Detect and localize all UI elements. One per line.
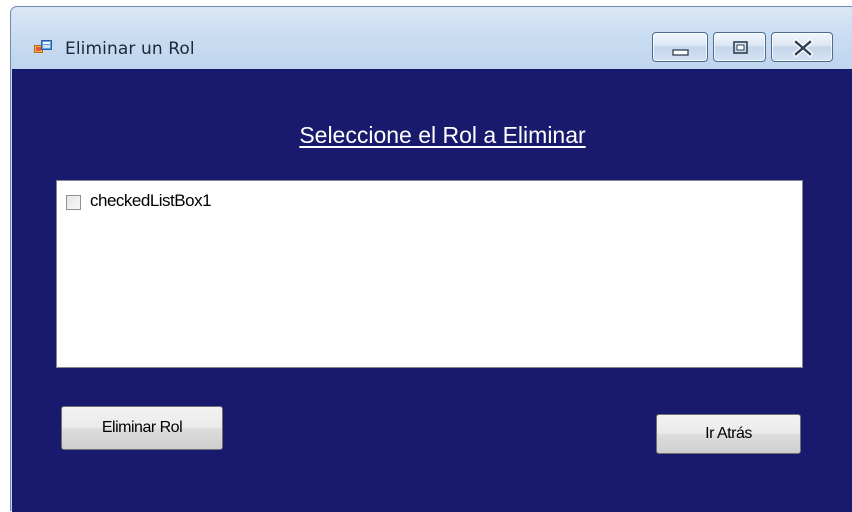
- go-back-button[interactable]: Ir Atrás: [656, 414, 801, 454]
- item-checkbox[interactable]: [66, 194, 81, 210]
- maximize-icon: [733, 41, 748, 54]
- list-item-label: checkedListBox1: [90, 191, 212, 210]
- form-app-icon: [34, 40, 52, 56]
- form-client-area: Seleccione el Rol a Eliminar checkedList…: [12, 69, 852, 512]
- close-icon: [792, 38, 814, 58]
- roles-checked-listbox[interactable]: checkedListBox1: [56, 180, 803, 368]
- list-item[interactable]: checkedListBox1: [66, 190, 212, 212]
- window-title: Eliminar un Rol: [65, 39, 195, 59]
- minimize-icon: [672, 49, 689, 56]
- title-bar[interactable]: Eliminar un Rol: [11, 7, 852, 69]
- maximize-button[interactable]: [713, 32, 766, 62]
- minimize-button[interactable]: [652, 32, 708, 62]
- delete-role-button[interactable]: Eliminar Rol: [61, 406, 223, 450]
- form-heading: Seleccione el Rol a Eliminar: [299, 122, 586, 148]
- app-window: Eliminar un Rol Seleccione el Rol a Elim…: [10, 6, 852, 512]
- close-button[interactable]: [771, 32, 833, 62]
